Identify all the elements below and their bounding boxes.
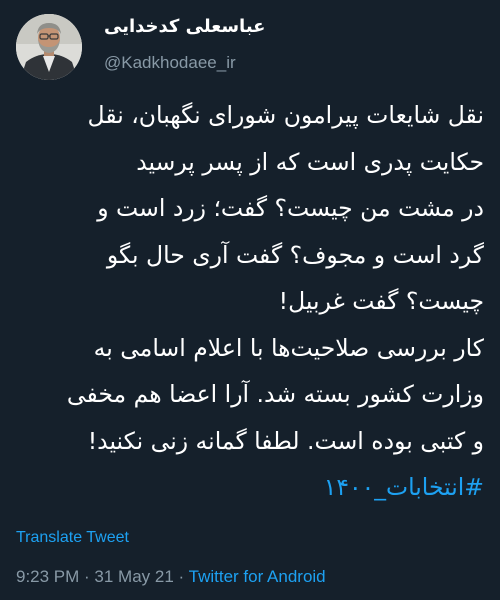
tweet-header: عباسعلی کدخدایی @Kadkhodaee_ir bbox=[16, 8, 484, 80]
tweet-text-line: چیست؟ گفت غربیل! bbox=[278, 287, 484, 315]
tweet-text-line: کار بررسی صلاحیت‌ها با اعلام اسامی به bbox=[93, 333, 484, 362]
tweet-text-line: حکایت پدری است که از پسر پرسید bbox=[136, 147, 484, 176]
hashtag-link[interactable]: #انتخابات_۱۴۰۰ bbox=[16, 464, 484, 511]
translate-tweet-link[interactable]: Translate Tweet bbox=[16, 528, 129, 548]
tweet-card: عباسعلی کدخدایی @Kadkhodaee_ir نقل شایعا… bbox=[0, 0, 500, 600]
meta-separator: · bbox=[173, 567, 189, 586]
tweet-text-line: در مشت من چیست؟ گفت؛ زرد است و bbox=[97, 194, 484, 222]
meta-separator: · bbox=[79, 567, 95, 586]
tweet-text-line: گرد است و مجوف؟ گفت آری حال بگو bbox=[106, 240, 484, 269]
tweet-metadata: 9:23 PM · 31 May 21 · Twitter for Androi… bbox=[16, 566, 326, 588]
tweet-source-link[interactable]: Twitter for Android bbox=[189, 567, 326, 586]
tweet-text-line: وزارت کشور بسته شد. آرا اعضا هم مخفی bbox=[66, 380, 484, 408]
tweet-text-line: نقل شایعات پیرامون شورای نگهبان، نقل bbox=[87, 101, 484, 129]
avatar[interactable] bbox=[16, 14, 82, 80]
avatar-portrait-icon bbox=[16, 14, 82, 80]
display-name[interactable]: عباسعلی کدخدایی bbox=[104, 14, 265, 40]
tweet-text: نقل شایعات پیرامون شورای نگهبان، نقل حکا… bbox=[16, 92, 484, 511]
tweet-text-line: و کتبی بوده است. لطفا گمانه زنی نکنید! bbox=[87, 426, 484, 455]
author-names: عباسعلی کدخدایی @Kadkhodaee_ir bbox=[104, 14, 484, 74]
tweet-date[interactable]: 31 May 21 bbox=[94, 567, 173, 586]
tweet-time[interactable]: 9:23 PM bbox=[16, 567, 79, 586]
user-handle[interactable]: @Kadkhodaee_ir bbox=[104, 52, 484, 74]
